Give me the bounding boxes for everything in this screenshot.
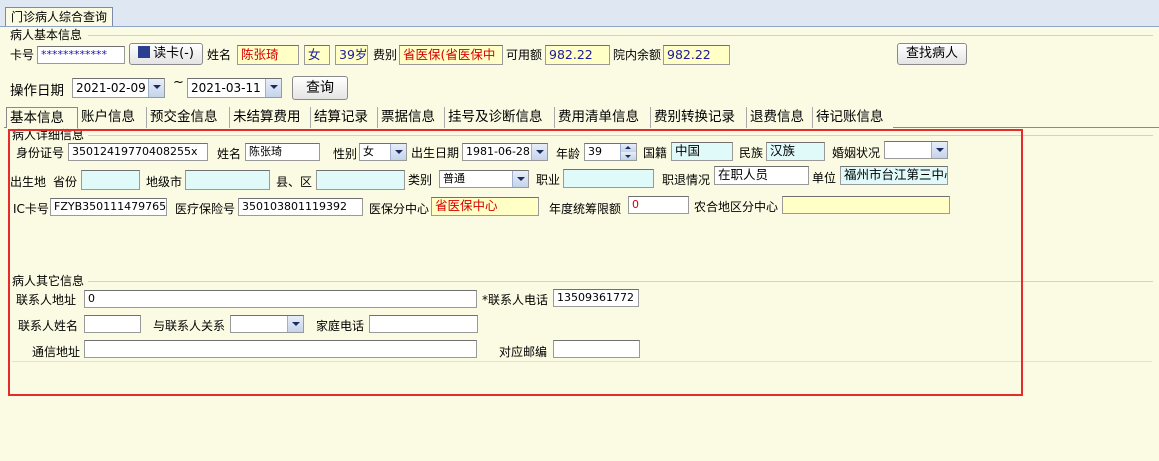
start-date-value: 2021-02-09 [76, 81, 146, 95]
tab-refund-info[interactable]: 退费信息 [747, 107, 813, 128]
basic-age-field[interactable]: 39岁 [335, 45, 368, 65]
chevron-down-icon[interactable] [148, 79, 164, 97]
fee-type-field[interactable]: 省医保(省医保中 [399, 45, 503, 65]
end-date-value: 2021-03-11 [191, 81, 261, 95]
query-button[interactable]: 查询 [292, 76, 348, 100]
hospital-balance-field[interactable]: 982.22 [663, 45, 730, 65]
date-separator: ~ [173, 75, 184, 90]
card-reader-icon [138, 46, 151, 58]
start-date-combo[interactable]: 2021-02-09 [72, 78, 165, 98]
basic-name-label: 姓名 [207, 48, 232, 62]
highlight-frame [8, 129, 1023, 396]
window-tab-strip [0, 0, 1159, 27]
basic-group-title: 病人基本信息 [10, 28, 83, 42]
operation-date-label: 操作日期 [10, 83, 64, 99]
available-field[interactable]: 982.22 [545, 45, 610, 65]
tab-basic-info[interactable]: 基本信息 [6, 107, 78, 128]
chevron-down-icon[interactable] [265, 79, 281, 97]
read-card-button[interactable]: 读卡(-) [129, 43, 203, 65]
tab-account-info[interactable]: 账户信息 [78, 107, 147, 128]
window-tab[interactable]: 门诊病人综合查询 [5, 7, 114, 26]
tab-pending-billing[interactable]: 待记账信息 [813, 107, 893, 128]
basic-group-border [88, 35, 1153, 36]
tab-settlement-records[interactable]: 结算记录 [311, 107, 378, 128]
read-card-label: 读卡(-) [153, 46, 194, 61]
tab-unsettled-fees[interactable]: 未结算费用 [230, 107, 311, 128]
end-date-combo[interactable]: 2021-03-11 [187, 78, 282, 98]
tab-invoice-info[interactable]: 票据信息 [378, 107, 445, 128]
basic-gender-field[interactable]: 女 [304, 45, 330, 65]
find-patient-button[interactable]: 查找病人 [897, 43, 967, 65]
available-label: 可用额 [506, 48, 543, 62]
card-no-label: 卡号 [10, 48, 35, 62]
tab-fee-type-change[interactable]: 费别转换记录 [651, 107, 747, 128]
tab-registration-diagnosis[interactable]: 挂号及诊断信息 [445, 107, 555, 128]
fee-type-label: 费别 [373, 48, 398, 62]
card-no-field[interactable]: ************ [37, 46, 125, 64]
basic-name-field[interactable]: 陈张琦 [237, 45, 299, 65]
hospital-balance-label: 院内余额 [613, 48, 662, 62]
tab-deposit-info[interactable]: 预交金信息 [147, 107, 230, 128]
tab-fee-list[interactable]: 费用清单信息 [555, 107, 651, 128]
